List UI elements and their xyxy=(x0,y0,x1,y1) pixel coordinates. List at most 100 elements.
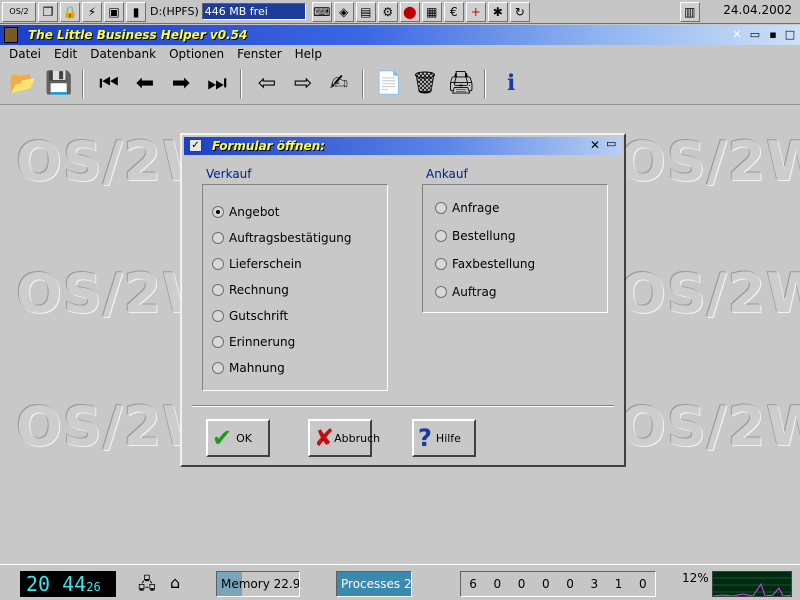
sync-icon[interactable]: ↻ xyxy=(509,1,530,22)
toolbar-separator xyxy=(82,68,84,99)
radio-erinnerung[interactable]: Erinnerung xyxy=(212,335,295,349)
document-icon[interactable]: 📄 xyxy=(372,67,406,101)
menu-fenster[interactable]: Fenster xyxy=(237,47,282,61)
radio-icon[interactable] xyxy=(212,284,224,296)
radio-label: Bestellung xyxy=(452,229,516,243)
system-monitor-icon[interactable]: ▣ xyxy=(104,1,124,22)
radio-selected-icon[interactable] xyxy=(212,206,224,218)
radio-label: Angebot xyxy=(229,205,280,219)
maximize-icon[interactable]: □ xyxy=(783,28,797,42)
radio-icon[interactable] xyxy=(435,230,447,242)
dialog-close-icon[interactable]: ✕ xyxy=(590,138,600,152)
settings-icon[interactable]: ⚙ xyxy=(377,1,398,22)
window-titlebar[interactable]: The Little Business Helper v0.54 ✕ ▭ ▪ □ xyxy=(0,25,800,45)
radio-lieferschein[interactable]: Lieferschein xyxy=(212,257,302,271)
ok-button[interactable]: ✔ OK xyxy=(206,419,270,457)
radio-icon[interactable] xyxy=(212,232,224,244)
os2-logo-icon[interactable]: OS/2 xyxy=(2,1,36,22)
radio-icon[interactable] xyxy=(435,202,447,214)
radio-gutschrift[interactable]: Gutschrift xyxy=(212,309,288,323)
last-record-icon[interactable]: ⏭ xyxy=(200,67,234,101)
trash-icon[interactable]: 🗑 xyxy=(408,67,442,101)
home-icon[interactable]: ⌂ xyxy=(170,573,180,592)
radio-label: Rechnung xyxy=(229,283,289,297)
menu-optionen[interactable]: Optionen xyxy=(169,47,224,61)
radio-bestellung[interactable]: Bestellung xyxy=(435,229,515,243)
drive-icon[interactable]: ▮ xyxy=(126,1,146,22)
dialog-hide-icon[interactable]: ▭ xyxy=(606,137,616,150)
processes-gauge: Processes 22 xyxy=(336,571,412,597)
radio-icon[interactable] xyxy=(212,310,224,322)
dialog-menu-icon[interactable]: ✓ xyxy=(189,139,202,152)
toolbar-separator xyxy=(240,68,242,99)
radio-rechnung[interactable]: Rechnung xyxy=(212,283,289,297)
menu-datenbank[interactable]: Datenbank xyxy=(90,47,156,61)
clock-display[interactable]: 20 4426 xyxy=(20,571,116,597)
keyboard-icon[interactable]: ⌨ xyxy=(311,1,332,22)
windows-icon[interactable]: ❐ xyxy=(38,1,58,22)
open-folder-icon[interactable]: 📂 xyxy=(6,67,40,101)
shutdown-icon[interactable]: ⚡ xyxy=(82,1,102,22)
dialog-titlebar[interactable]: ✓ Formular öffnen: xyxy=(184,137,622,155)
processes-label: Processes 22 xyxy=(341,577,412,591)
radio-label: Anfrage xyxy=(452,201,500,215)
network-icon[interactable]: ✱ xyxy=(487,1,508,22)
close-icon[interactable]: ✕ xyxy=(730,28,744,42)
process-count: 0 xyxy=(566,577,574,591)
printer-icon[interactable]: 🖨 xyxy=(444,67,478,101)
calendar-icon[interactable]: ▥ xyxy=(679,1,700,22)
cpu-graph-svg xyxy=(713,577,791,596)
radio-mahnung[interactable]: Mahnung xyxy=(212,361,285,375)
disk-icon[interactable]: ◈ xyxy=(333,1,354,22)
back-icon[interactable]: ⇦ xyxy=(250,67,284,101)
radio-icon[interactable] xyxy=(212,362,224,374)
radio-icon[interactable] xyxy=(212,336,224,348)
forward-icon[interactable]: ⇨ xyxy=(286,67,320,101)
save-disk-icon[interactable]: 💾 xyxy=(42,67,76,101)
open-form-dialog: ✓ Formular öffnen: ✕ ▭ Verkauf Angebot A… xyxy=(180,133,626,467)
info-icon[interactable]: ℹ xyxy=(494,67,528,101)
edit-form-icon[interactable]: ✍ xyxy=(322,67,356,101)
hide-icon[interactable]: ▭ xyxy=(748,28,762,42)
menu-datei[interactable]: Datei xyxy=(9,47,41,61)
folder-icon[interactable]: ▤ xyxy=(355,1,376,22)
previous-record-icon[interactable]: ⬅ xyxy=(128,67,162,101)
window-title: The Little Business Helper v0.54 xyxy=(28,28,248,42)
group-label-purchase: Ankauf xyxy=(426,167,468,181)
group-label-sales: Verkauf xyxy=(206,167,252,181)
radio-auftrag[interactable]: Auftrag xyxy=(435,285,496,299)
first-record-icon[interactable]: ⏮ xyxy=(92,67,126,101)
radio-label: Erinnerung xyxy=(229,335,296,349)
app-icon[interactable] xyxy=(4,27,18,43)
radio-icon[interactable] xyxy=(435,286,447,298)
toolbar-separator xyxy=(484,68,486,99)
next-record-icon[interactable]: ➡ xyxy=(164,67,198,101)
calculator-icon[interactable]: + xyxy=(465,1,486,22)
radio-anfrage[interactable]: Anfrage xyxy=(435,201,499,215)
stop-icon[interactable]: ⬤ xyxy=(399,1,420,22)
radio-label: Auftrag xyxy=(452,285,497,299)
radio-icon[interactable] xyxy=(212,258,224,270)
help-button[interactable]: ? Hilfe xyxy=(412,419,476,457)
dialog-divider xyxy=(192,405,614,407)
minimize-icon[interactable]: ▪ xyxy=(766,28,780,42)
process-count: 0 xyxy=(493,577,502,591)
date-display: 24.04.2002 xyxy=(723,3,792,17)
system-toolbar: OS/2 ❐ 🔒 ⚡ ▣ ▮ D:(HPFS) 446 MB frei ⌨ ◈ … xyxy=(0,0,800,24)
process-count: 0 xyxy=(517,577,526,591)
lock-icon[interactable]: 🔒 xyxy=(60,1,80,22)
archive-icon[interactable]: ▦ xyxy=(421,1,442,22)
radio-icon[interactable] xyxy=(435,258,447,270)
radio-faxbestellung[interactable]: Faxbestellung xyxy=(435,257,535,271)
menu-help[interactable]: Help xyxy=(295,47,322,61)
euro-icon[interactable]: € xyxy=(443,1,464,22)
menu-edit[interactable]: Edit xyxy=(54,47,77,61)
radio-label: Mahnung xyxy=(229,361,285,375)
radio-auftragsbestaetigung[interactable]: Auftragsbestätigung xyxy=(212,231,351,245)
cancel-button[interactable]: ✘ Abbruch xyxy=(308,419,380,457)
checkmark-icon: ✔ xyxy=(212,424,233,452)
network-status-icon[interactable]: 🖧 xyxy=(138,573,156,600)
process-count: 3 xyxy=(590,577,599,591)
radio-angebot[interactable]: Angebot xyxy=(212,205,279,219)
clock-time: 20 44 xyxy=(26,572,87,596)
